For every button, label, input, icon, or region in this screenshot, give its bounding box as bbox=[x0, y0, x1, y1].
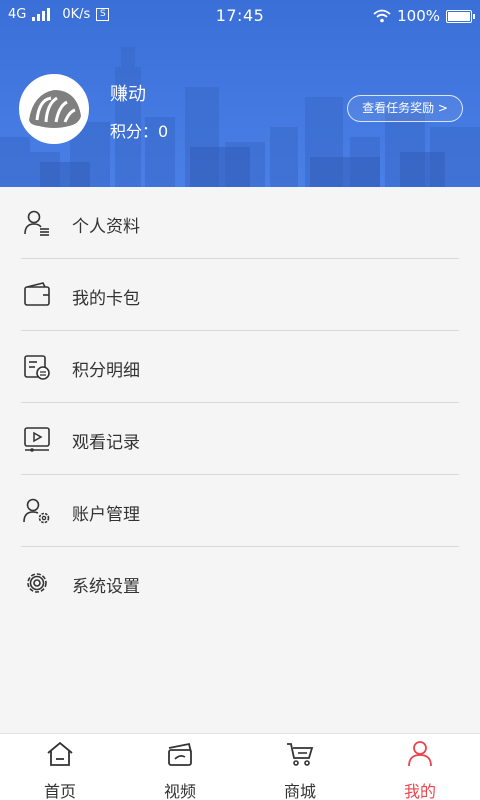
menu-label: 个人资料 bbox=[72, 217, 140, 237]
profile-menu: 个人资料 我的卡包 积分明细 观看记录 账户管理 系统设置 bbox=[0, 187, 480, 619]
tab-mall[interactable]: 商城 bbox=[240, 734, 360, 800]
wallet-icon bbox=[24, 282, 50, 306]
watch-history-icon bbox=[24, 427, 50, 452]
view-task-rewards-button[interactable]: 查看任务奖励 > bbox=[347, 95, 463, 122]
battery-icon bbox=[446, 9, 475, 23]
tab-label: 首页 bbox=[43, 782, 76, 800]
menu-item-personal-info[interactable]: 个人资料 bbox=[0, 187, 480, 259]
battery-percent: 100% bbox=[397, 7, 440, 25]
menu-label: 我的卡包 bbox=[72, 289, 140, 309]
tab-video[interactable]: 视频 bbox=[120, 734, 240, 800]
home-icon bbox=[47, 741, 73, 766]
user-profile-icon bbox=[24, 210, 49, 236]
person-icon bbox=[408, 741, 432, 767]
profile-header: 4G 0K/s S 17:45 100% 赚动 积分：0 查看任务奖励 > bbox=[0, 0, 480, 187]
menu-label: 系统设置 bbox=[72, 577, 140, 597]
gear-icon bbox=[27, 573, 47, 593]
video-icon bbox=[168, 742, 192, 766]
menu-label: 账户管理 bbox=[72, 505, 140, 525]
account-settings-icon bbox=[23, 498, 50, 524]
menu-item-my-wallet[interactable]: 我的卡包 bbox=[0, 259, 480, 331]
status-bar: 4G 0K/s S 17:45 100% bbox=[0, 0, 480, 32]
bottom-tab-bar: 首页 视频 商城 我的 bbox=[0, 733, 480, 800]
tab-home[interactable]: 首页 bbox=[0, 734, 120, 800]
points-balance: 积分：0 bbox=[110, 122, 169, 141]
wifi-icon bbox=[373, 9, 391, 23]
points-detail-icon bbox=[24, 355, 50, 380]
menu-label: 观看记录 bbox=[72, 433, 140, 453]
username: 赚动 bbox=[110, 84, 146, 105]
menu-item-system-settings[interactable]: 系统设置 bbox=[0, 547, 480, 619]
tab-label: 我的 bbox=[403, 782, 436, 800]
menu-item-watch-history[interactable]: 观看记录 bbox=[0, 403, 480, 475]
menu-item-points-detail[interactable]: 积分明细 bbox=[0, 331, 480, 403]
avatar[interactable] bbox=[19, 74, 89, 144]
cart-icon bbox=[287, 743, 314, 766]
shell-logo-icon bbox=[21, 76, 87, 142]
tab-label: 视频 bbox=[163, 782, 196, 800]
tab-label: 商城 bbox=[283, 782, 316, 800]
menu-label: 积分明细 bbox=[72, 361, 140, 381]
menu-item-account-management[interactable]: 账户管理 bbox=[0, 475, 480, 547]
tab-mine[interactable]: 我的 bbox=[360, 734, 480, 800]
